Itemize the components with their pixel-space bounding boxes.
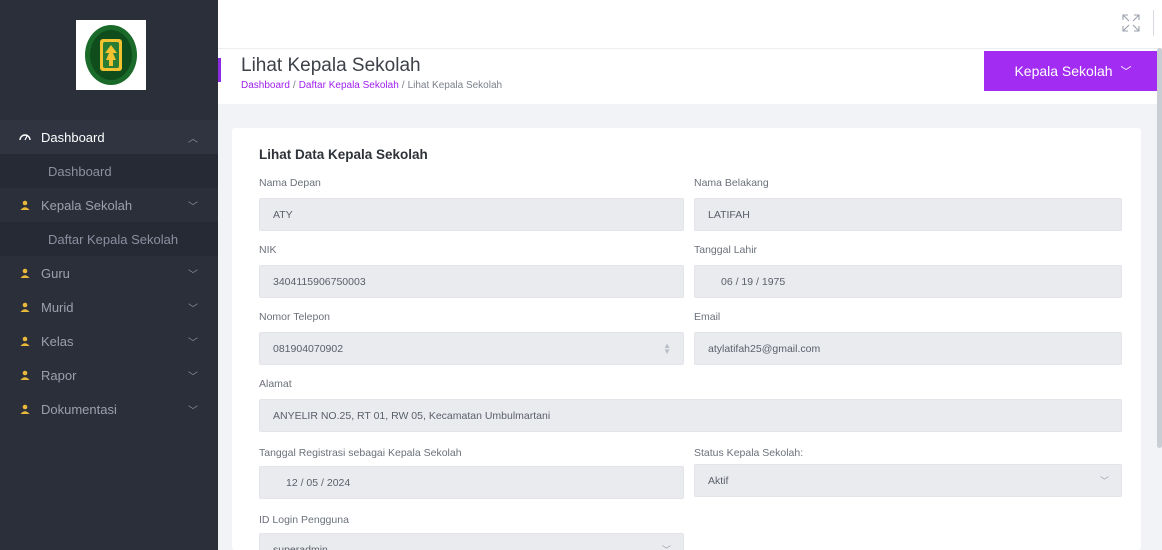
sidebar-menu: Dashboard ︿ Dashboard Kepala Sekolah ﹀ D…: [0, 120, 218, 426]
breadcrumb: Dashboard / Daftar Kepala Sekolah / Lihat Ke…: [241, 80, 502, 91]
chevron-down-icon: ﹀: [188, 269, 198, 281]
tanggal-registrasi-field[interactable]: 12 / 05 / 2024: [259, 466, 684, 499]
field-value: 12 / 05 / 2024: [286, 476, 351, 489]
sidebar-item-label: Kelas: [41, 333, 74, 349]
page-title: Lihat Kepala Sekolah: [241, 55, 421, 76]
nama-depan-field[interactable]: ATY: [259, 198, 684, 231]
chevron-down-icon: ﹀: [1099, 476, 1109, 486]
sidebar-item-label: Murid: [41, 299, 74, 315]
label-nomor-telepon: Nomor Telepon: [259, 311, 331, 323]
user-icon: [18, 336, 32, 346]
user-icon: [18, 302, 32, 312]
sidebar-item-kepala-sekolah[interactable]: Kepala Sekolah ﹀: [0, 188, 218, 222]
user-menu-label: Kepala Sekolah: [1014, 63, 1113, 79]
page-header: Lihat Kepala Sekolah Dashboard / Daftar Ke…: [218, 48, 1162, 104]
label-tanggal-lahir: Tanggal Lahir: [694, 244, 758, 256]
chevron-down-icon: ﹀: [188, 337, 198, 349]
number-spinner-icon[interactable]: ▲ ▼: [663, 342, 671, 356]
chevron-down-icon: ﹀: [188, 371, 198, 383]
status-select[interactable]: Aktif ﹀: [694, 464, 1122, 497]
sidebar-item-dashboard[interactable]: Dashboard ︿: [0, 120, 218, 154]
topbar: [218, 0, 1162, 48]
field-value: 06 / 19 / 1975: [721, 275, 786, 288]
detail-card: Lihat Data Kepala Sekolah Nama Depan ATY…: [232, 128, 1141, 550]
card-title: Lihat Data Kepala Sekolah: [259, 147, 428, 162]
field-value: superadmin: [273, 543, 328, 550]
user-icon: [18, 200, 32, 210]
label-email: Email: [694, 311, 721, 323]
alamat-field[interactable]: ANYELIR NO.25, RT 01, RW 05, Kecamatan U…: [259, 399, 1122, 432]
nik-field[interactable]: 3404115906750003: [259, 265, 684, 298]
label-nik: NIK: [259, 244, 277, 256]
logo-area: [0, 0, 218, 120]
field-value: Aktif: [708, 474, 729, 487]
fullscreen-icon[interactable]: [1122, 14, 1140, 32]
breadcrumb-separator: /: [401, 80, 405, 91]
nomor-telepon-field[interactable]: 081904070902 ▲ ▼: [259, 332, 684, 365]
label-tanggal-registrasi: Tanggal Registrasi sebagai Kepala Sekola…: [259, 447, 462, 459]
sidebar-item-label: Kepala Sekolah: [41, 197, 133, 213]
tanggal-lahir-field[interactable]: 06 / 19 / 1975: [694, 265, 1122, 298]
page-scrollbar[interactable]: [1157, 48, 1162, 448]
chevron-down-icon: ﹀: [661, 545, 671, 550]
label-status: Status Kepala Sekolah:: [694, 447, 804, 459]
header-accent-bar: [218, 58, 221, 82]
field-value: 3404115906750003: [273, 275, 366, 288]
breadcrumb-link-dashboard[interactable]: Dashboard: [241, 80, 290, 91]
label-alamat: Alamat: [259, 378, 292, 390]
id-login-select[interactable]: superadmin ﹀: [259, 533, 684, 550]
field-value: ATY: [273, 208, 293, 221]
breadcrumb-separator: /: [292, 80, 296, 91]
sidebar-item-guru[interactable]: Guru ﹀: [0, 256, 218, 290]
chevron-down-icon: ﹀: [188, 405, 198, 417]
label-nama-belakang: Nama Belakang: [694, 177, 769, 189]
sidebar-subitem-daftar-kepala-sekolah[interactable]: Daftar Kepala Sekolah: [0, 222, 218, 256]
field-value: atylatifah25@gmail.com: [708, 342, 821, 355]
label-nama-depan: Nama Depan: [259, 177, 321, 189]
topbar-divider: [1153, 10, 1154, 36]
sidebar-item-label: Rapor: [41, 367, 77, 383]
chevron-down-icon: ﹀: [1120, 66, 1132, 78]
breadcrumb-link-daftar-kepala-sekolah[interactable]: Daftar Kepala Sekolah: [299, 80, 399, 91]
sidebar: Dashboard ︿ Dashboard Kepala Sekolah ﹀ D…: [0, 0, 218, 550]
user-menu-button[interactable]: Kepala Sekolah ﹀: [984, 51, 1162, 91]
field-value: 081904070902: [273, 342, 344, 355]
sidebar-subitem-dashboard[interactable]: Dashboard: [0, 154, 218, 188]
chevron-down-icon: ﹀: [188, 201, 198, 213]
email-field[interactable]: atylatifah25@gmail.com: [694, 332, 1122, 365]
field-value: ANYELIR NO.25, RT 01, RW 05, Kecamatan U…: [273, 409, 551, 422]
sidebar-item-rapor[interactable]: Rapor ﹀: [0, 358, 218, 392]
sidebar-item-label: Dashboard: [41, 129, 105, 145]
sidebar-item-murid[interactable]: Murid ﹀: [0, 290, 218, 324]
user-icon: [18, 268, 32, 278]
school-logo[interactable]: [76, 20, 146, 90]
chevron-up-icon: ︿: [188, 133, 198, 145]
sidebar-item-kelas[interactable]: Kelas ﹀: [0, 324, 218, 358]
dashboard-icon: [18, 132, 32, 142]
breadcrumb-current: Lihat Kepala Sekolah: [407, 80, 503, 91]
field-value: LATIFAH: [708, 208, 750, 221]
nama-belakang-field[interactable]: LATIFAH: [694, 198, 1122, 231]
sidebar-item-dokumentasi[interactable]: Dokumentasi ﹀: [0, 392, 218, 426]
chevron-down-icon: ﹀: [188, 303, 198, 315]
sidebar-item-label: Dokumentasi: [41, 401, 117, 417]
user-icon: [18, 370, 32, 380]
label-id-login: ID Login Pengguna: [259, 514, 349, 526]
user-icon: [18, 404, 32, 414]
sidebar-item-label: Guru: [41, 265, 70, 281]
